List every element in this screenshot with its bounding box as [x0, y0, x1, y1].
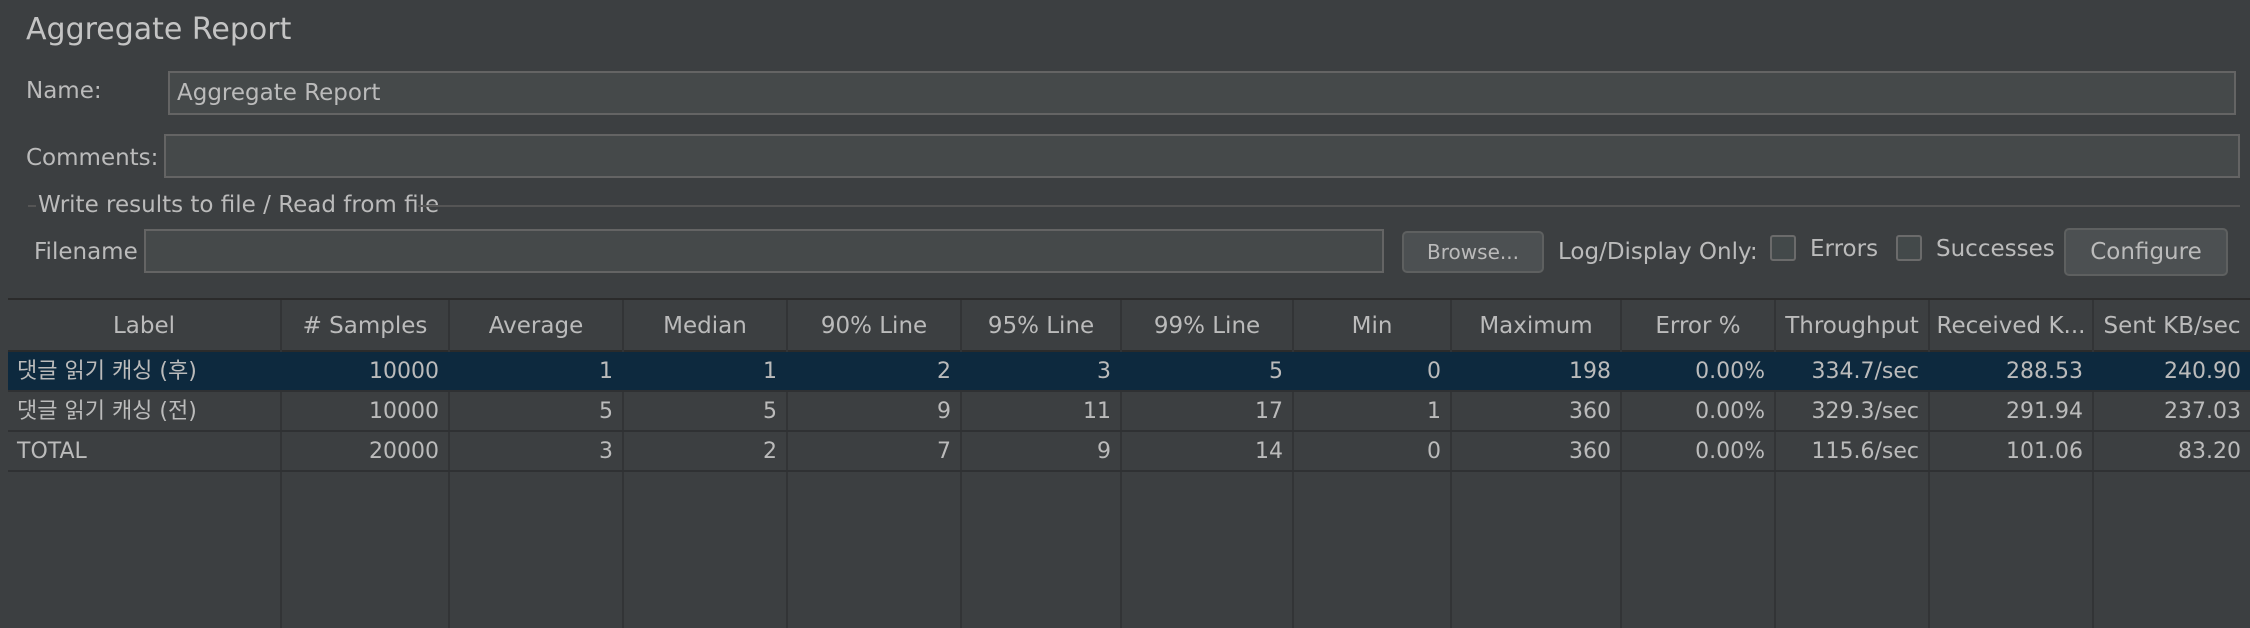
table-cell: 329.3/sec	[1811, 399, 1920, 424]
table-cell: 198	[1569, 359, 1611, 384]
table-cell: 14	[1255, 439, 1283, 464]
column-header-90-line[interactable]: 90% Line	[788, 300, 960, 352]
errors-checkbox[interactable]	[1770, 235, 1796, 261]
table-cell: 2	[763, 439, 777, 464]
column-header-samples[interactable]: # Samples	[282, 300, 448, 352]
table-cell: 237.03	[2164, 399, 2241, 424]
filename-label: Filename	[34, 239, 138, 265]
table-cell: 2	[937, 359, 951, 384]
errors-label[interactable]: Errors	[1810, 236, 1878, 262]
table-cell: 291.94	[2006, 399, 2083, 424]
table-cell: 11	[1083, 399, 1111, 424]
column-header-average[interactable]: Average	[450, 300, 622, 352]
table-cell: 0.00%	[1695, 399, 1765, 424]
column-header-throughput[interactable]: Throughput	[1776, 300, 1928, 352]
table-cell: 3	[1097, 359, 1111, 384]
column-header-median[interactable]: Median	[624, 300, 786, 352]
table-cell: 17	[1255, 399, 1283, 424]
table-cell: 1	[599, 359, 613, 384]
successes-checkbox[interactable]	[1896, 235, 1922, 261]
table-cell: 101.06	[2006, 439, 2083, 464]
table-cell: 334.7/sec	[1811, 359, 1920, 384]
table-cell: 3	[599, 439, 613, 464]
file-section-title: Write results to file / Read from file	[38, 192, 440, 218]
table-row[interactable]: 댓글 읽기 캐싱 (전) 10000 5 5 9 11 17 1 360 0.0…	[8, 392, 2250, 432]
table-cell: 10000	[369, 399, 439, 424]
name-field[interactable]: Aggregate Report	[168, 71, 2236, 115]
column-header-sent[interactable]: Sent KB/sec	[2094, 300, 2250, 352]
table-cell: 9	[1097, 439, 1111, 464]
table-cell: 360	[1569, 399, 1611, 424]
table-cell: 댓글 읽기 캐싱 (후)	[17, 359, 197, 384]
table-cell: 1	[1427, 399, 1441, 424]
table-cell: 9	[937, 399, 951, 424]
comments-field[interactable]	[164, 134, 2240, 178]
browse-button[interactable]: Browse...	[1402, 231, 1544, 273]
table-cell: 20000	[369, 439, 439, 464]
table-cell: 댓글 읽기 캐싱 (전)	[17, 399, 197, 424]
column-header-maximum[interactable]: Maximum	[1452, 300, 1620, 352]
file-section-divider	[418, 205, 2240, 207]
results-table[interactable]: Label # Samples Average Median 90% Line …	[8, 298, 2250, 628]
column-header-error[interactable]: Error %	[1622, 300, 1774, 352]
file-section-divider-left	[28, 205, 36, 207]
column-header-min[interactable]: Min	[1294, 300, 1450, 352]
table-cell: 5	[599, 399, 613, 424]
column-header-label[interactable]: Label	[8, 300, 280, 352]
table-cell: 288.53	[2006, 359, 2083, 384]
table-row[interactable]: TOTAL 20000 3 2 7 9 14 0 360 0.00% 115.6…	[8, 432, 2250, 472]
name-label: Name:	[26, 78, 102, 104]
table-cell: 10000	[369, 359, 439, 384]
configure-button[interactable]: Configure	[2064, 228, 2228, 276]
column-header-99-line[interactable]: 99% Line	[1122, 300, 1292, 352]
table-row[interactable]: 댓글 읽기 캐싱 (후) 10000 1 1 2 3 5 0 198 0.00%…	[8, 352, 2250, 392]
comments-label: Comments:	[26, 145, 159, 171]
table-cell: 1	[763, 359, 777, 384]
table-cell: 83.20	[2178, 439, 2241, 464]
table-cell: 360	[1569, 439, 1611, 464]
table-cell: 0.00%	[1695, 359, 1765, 384]
column-header-95-line[interactable]: 95% Line	[962, 300, 1120, 352]
table-cell: 5	[1269, 359, 1283, 384]
table-cell: 240.90	[2164, 359, 2241, 384]
successes-label[interactable]: Successes	[1936, 236, 2055, 262]
table-cell: 0.00%	[1695, 439, 1765, 464]
column-header-received[interactable]: Received K...	[1930, 300, 2092, 352]
table-cell: TOTAL	[17, 439, 87, 464]
page-title: Aggregate Report	[26, 12, 292, 47]
table-cell: 7	[937, 439, 951, 464]
filename-field[interactable]	[144, 229, 1384, 273]
table-cell: 0	[1427, 439, 1441, 464]
log-display-only-label: Log/Display Only:	[1558, 239, 1758, 265]
table-cell: 115.6/sec	[1811, 439, 1920, 464]
table-cell: 5	[763, 399, 777, 424]
table-cell: 0	[1427, 359, 1441, 384]
